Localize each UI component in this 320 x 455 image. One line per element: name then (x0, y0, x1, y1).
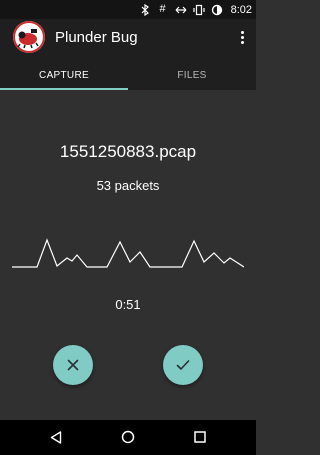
battery-icon (211, 4, 223, 16)
vibrate-icon (192, 4, 205, 16)
packet-waveform (12, 238, 244, 268)
home-icon[interactable] (120, 429, 136, 445)
back-icon[interactable] (48, 429, 64, 445)
close-icon (67, 359, 79, 371)
app-title: Plunder Bug (55, 29, 138, 46)
packet-count: 53 packets (96, 178, 160, 193)
navigation-bar (0, 420, 256, 455)
plunder-bug-logo (13, 21, 45, 53)
discard-button[interactable] (53, 345, 93, 385)
data-transfer-icon (175, 4, 187, 16)
status-bar: # 8:02 (0, 0, 256, 19)
status-time: 8:02 (230, 3, 252, 16)
recents-icon[interactable] (192, 429, 208, 445)
status-icons: # 8:02 (139, 2, 252, 17)
app-bar: Plunder Bug (0, 19, 256, 61)
tab-bar: CAPTURE FILES (0, 61, 256, 90)
tab-capture[interactable]: CAPTURE (0, 61, 128, 90)
hashtag-icon: # (159, 3, 166, 15)
save-button[interactable] (163, 345, 203, 385)
tab-files[interactable]: FILES (128, 61, 256, 90)
elapsed-time: 0:51 (115, 297, 141, 312)
bluetooth-icon (139, 3, 151, 16)
check-icon (176, 360, 190, 370)
capture-panel: 1551250883.pcap 53 packets 0:51 (0, 90, 256, 420)
capture-filename: 1551250883.pcap (59, 142, 197, 161)
overflow-menu-icon[interactable] (236, 28, 248, 46)
